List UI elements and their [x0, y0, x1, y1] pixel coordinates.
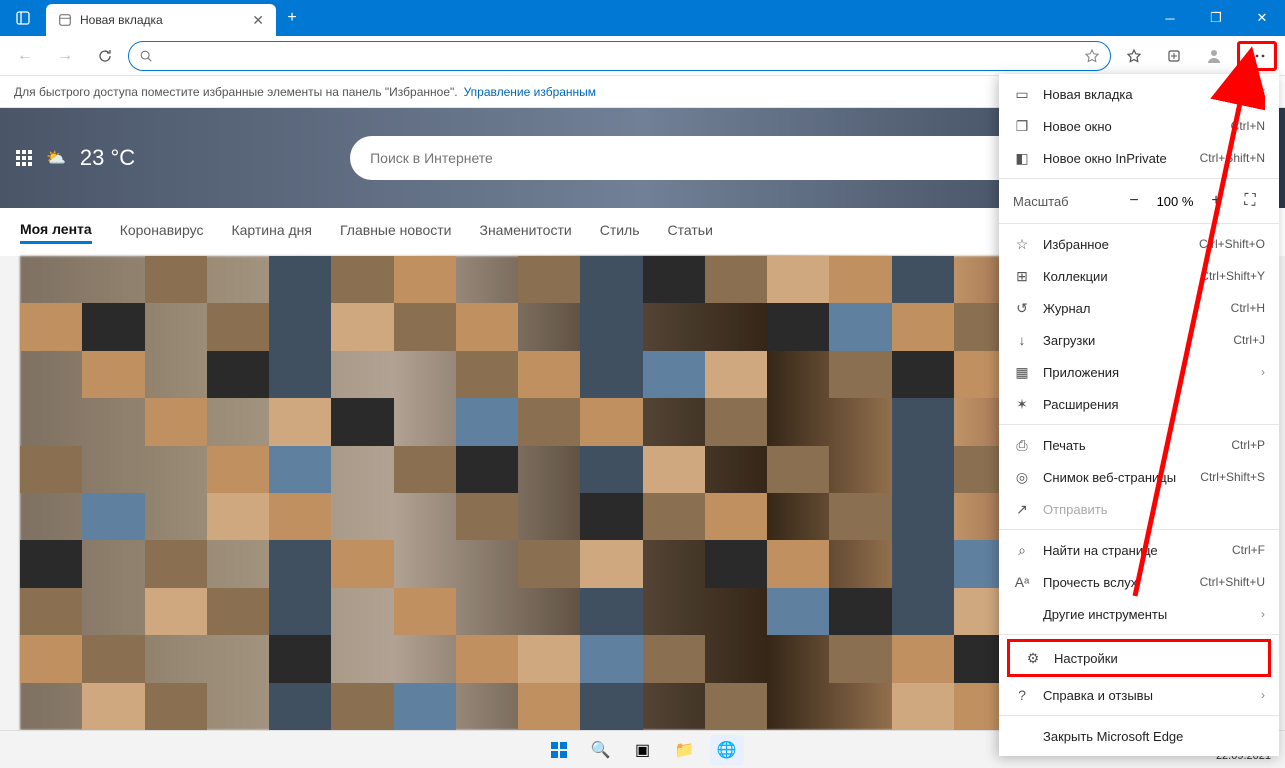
zoom-value: 100 %	[1153, 194, 1197, 209]
settings-menu: ▭Новая вкладкаCtrl+T ❐Новое окноCtrl+N ◧…	[999, 74, 1279, 756]
menu-share: ↗Отправить	[999, 493, 1279, 525]
puzzle-icon: ✶	[1013, 395, 1031, 413]
reload-icon	[97, 48, 113, 64]
feed-tab-style[interactable]: Стиль	[600, 222, 640, 242]
more-menu-button[interactable]	[1237, 41, 1277, 71]
menu-help[interactable]: ?Справка и отзывы›	[999, 679, 1279, 711]
feed-tab-coronavirus[interactable]: Коронавирус	[120, 222, 204, 242]
menu-read-aloud[interactable]: AᵃПрочесть вслухCtrl+Shift+U	[999, 566, 1279, 598]
menu-new-inprivate[interactable]: ◧Новое окно InPrivateCtrl+Shift+N	[999, 142, 1279, 174]
menu-find[interactable]: ⌕Найти на страницеCtrl+F	[999, 534, 1279, 566]
gear-icon: ⚙	[1024, 649, 1042, 667]
star-icon: ☆	[1013, 235, 1031, 253]
camera-icon: ◎	[1013, 468, 1031, 486]
chevron-right-icon: ›	[1261, 365, 1265, 379]
profile-icon	[1205, 47, 1223, 65]
favorite-star-icon[interactable]	[1084, 48, 1100, 64]
feed-tab-news[interactable]: Главные новости	[340, 222, 451, 242]
menu-more-tools[interactable]: Другие инструменты›	[999, 598, 1279, 630]
menu-apps[interactable]: ▦Приложения›	[999, 356, 1279, 388]
ellipsis-icon	[1249, 54, 1265, 58]
search-icon: ⌕	[1013, 541, 1031, 559]
web-search-input[interactable]	[370, 150, 1030, 166]
forward-button[interactable]: →	[48, 40, 82, 72]
chevron-right-icon: ›	[1261, 688, 1265, 702]
apps-launcher-icon[interactable]	[16, 150, 32, 166]
start-button[interactable]	[542, 735, 576, 765]
menu-settings[interactable]: ⚙Настройки	[1010, 642, 1268, 674]
window-titlebar: Новая вкладка ✕ + ─ ❐ ✕	[0, 0, 1285, 36]
feed-tab-celebs[interactable]: Знаменитости	[479, 222, 571, 242]
share-icon: ↗	[1013, 500, 1031, 518]
favorites-button[interactable]	[1117, 40, 1151, 72]
history-icon: ↺	[1013, 299, 1031, 317]
zoom-out-button[interactable]: −	[1119, 186, 1149, 216]
edge-button[interactable]: 🌐	[710, 735, 744, 765]
close-tab-button[interactable]: ✕	[252, 12, 264, 29]
help-icon: ?	[1013, 686, 1031, 704]
browser-tab[interactable]: Новая вкладка ✕	[46, 4, 276, 36]
maximize-button[interactable]: ❐	[1193, 0, 1239, 36]
weather-icon[interactable]: ⛅	[46, 148, 66, 168]
menu-new-window[interactable]: ❐Новое окноCtrl+N	[999, 110, 1279, 142]
zoom-in-button[interactable]: +	[1201, 186, 1231, 216]
read-icon: Aᵃ	[1013, 573, 1031, 591]
windows-icon	[550, 741, 568, 759]
menu-zoom-row: Масштаб − 100 % + ⛶	[999, 183, 1279, 219]
apps-icon: ▦	[1013, 363, 1031, 381]
tab-actions-button[interactable]	[0, 0, 46, 36]
address-input[interactable]	[161, 48, 1076, 63]
search-button[interactable]: 🔍	[584, 735, 618, 765]
menu-favorites[interactable]: ☆ИзбранноеCtrl+Shift+O	[999, 228, 1279, 260]
close-window-button[interactable]: ✕	[1239, 0, 1285, 36]
explorer-button[interactable]: 📁	[668, 735, 702, 765]
menu-downloads[interactable]: ↓ЗагрузкиCtrl+J	[999, 324, 1279, 356]
feed-tab-picture[interactable]: Картина дня	[231, 222, 312, 242]
collections-icon: ⊞	[1013, 267, 1031, 285]
collections-button[interactable]	[1157, 40, 1191, 72]
temperature: 23 °C	[80, 145, 135, 171]
star-icon	[1126, 48, 1142, 64]
new-tab-button[interactable]: +	[276, 0, 308, 36]
menu-collections[interactable]: ⊞КоллекцииCtrl+Shift+Y	[999, 260, 1279, 292]
address-bar[interactable]	[128, 41, 1111, 71]
web-search-box[interactable]	[350, 136, 1070, 180]
menu-print[interactable]: ⎙ПечатьCtrl+P	[999, 429, 1279, 461]
browser-toolbar: ← →	[0, 36, 1285, 76]
print-icon: ⎙	[1013, 436, 1031, 454]
favorites-hint: Для быстрого доступа поместите избранные…	[14, 85, 458, 99]
menu-new-tab[interactable]: ▭Новая вкладкаCtrl+T	[999, 78, 1279, 110]
feed-tab-articles[interactable]: Статьи	[668, 222, 713, 242]
manage-favorites-link[interactable]: Управление избранным	[464, 85, 596, 99]
menu-capture[interactable]: ◎Снимок веб-страницыCtrl+Shift+S	[999, 461, 1279, 493]
chevron-right-icon: ›	[1261, 607, 1265, 621]
minimize-button[interactable]: ─	[1147, 0, 1193, 36]
menu-extensions[interactable]: ✶Расширения	[999, 388, 1279, 420]
collections-icon	[1166, 48, 1182, 64]
fullscreen-button[interactable]: ⛶	[1235, 186, 1265, 216]
window-icon: ❐	[1013, 117, 1031, 135]
back-button[interactable]: ←	[8, 40, 42, 72]
search-icon	[139, 49, 153, 63]
feed-tab-my-feed[interactable]: Моя лента	[20, 221, 92, 244]
menu-history[interactable]: ↺ЖурналCtrl+H	[999, 292, 1279, 324]
task-view-button[interactable]: ▣	[626, 735, 660, 765]
menu-close-edge[interactable]: Закрыть Microsoft Edge	[999, 720, 1279, 752]
tab-actions-icon	[15, 10, 31, 26]
window-icon: ▭	[1013, 85, 1031, 103]
tab-title: Новая вкладка	[80, 13, 163, 27]
profile-button[interactable]	[1197, 40, 1231, 72]
reload-button[interactable]	[88, 40, 122, 72]
page-icon	[58, 13, 72, 27]
inprivate-icon: ◧	[1013, 149, 1031, 167]
download-icon: ↓	[1013, 331, 1031, 349]
